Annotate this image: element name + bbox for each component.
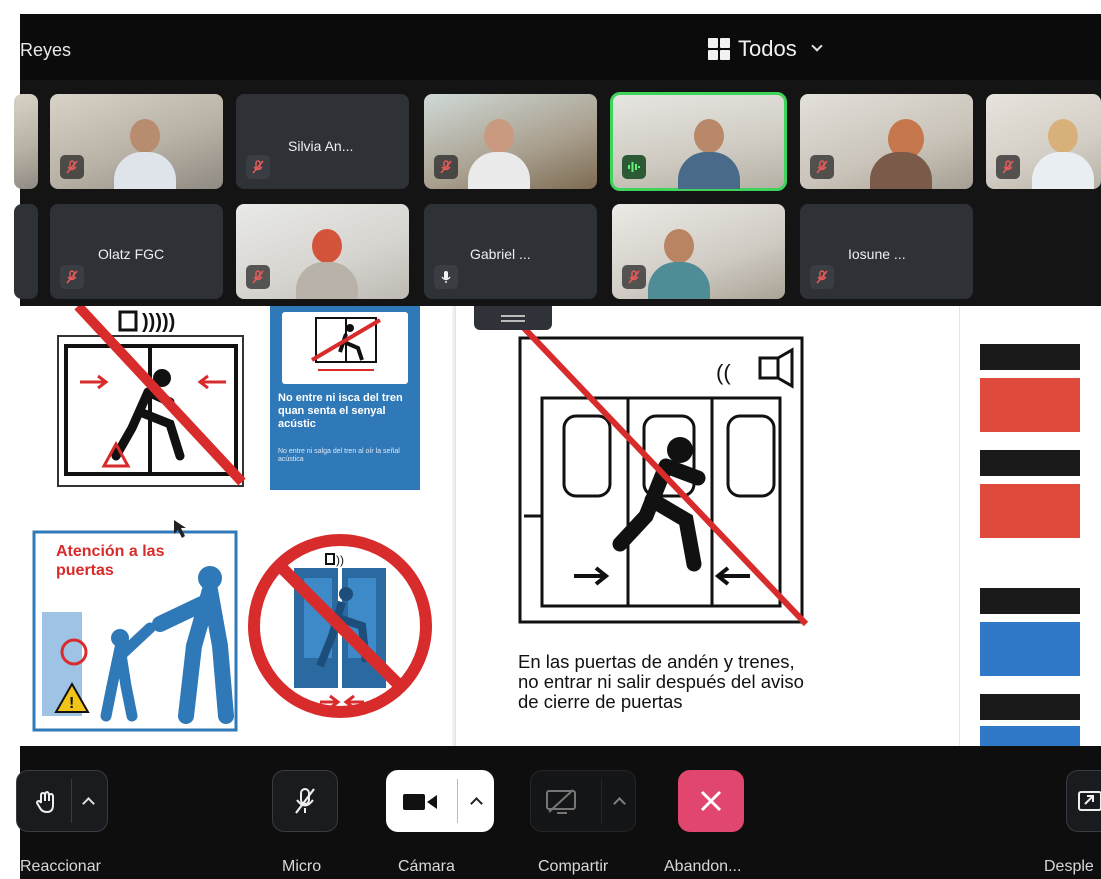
view-label: Todos: [738, 36, 797, 61]
mic-muted-icon: [810, 265, 834, 289]
reactions-label: Reaccionar: [20, 858, 101, 875]
camera-icon: [403, 794, 437, 810]
share-button[interactable]: [530, 770, 636, 832]
view-selector[interactable]: Todos: [708, 36, 823, 62]
expand-icon: [1078, 791, 1101, 811]
share-screen-icon: [546, 789, 576, 814]
svg-text:!: !: [69, 695, 74, 712]
safety-signs-illustration: ))))) !)): [32, 306, 432, 732]
participant-tile[interactable]: [986, 94, 1101, 189]
host-name: Reyes: [20, 40, 72, 60]
participant-tile[interactable]: Olatz FGC: [50, 204, 223, 299]
participant-tile[interactable]: Iosune ...: [800, 204, 973, 299]
audio-wave-icon: [622, 155, 646, 179]
color-stripes: [980, 344, 1080, 746]
mic-label: Micro: [282, 858, 322, 875]
reactions-button[interactable]: [16, 770, 108, 832]
leave-button[interactable]: [678, 770, 744, 832]
participant-video: [866, 114, 946, 189]
participant-tile[interactable]: [612, 204, 785, 299]
slide-right-page: [960, 306, 1101, 746]
mic-muted-icon: [60, 265, 84, 289]
participant-video: [110, 114, 180, 189]
participant-name: Iosune ...: [848, 246, 906, 262]
sign-title: Atención a las puertas: [56, 543, 165, 579]
grid-icon: [708, 38, 730, 60]
participant-tile[interactable]: Silvia An...: [236, 94, 409, 189]
participant-video: [1028, 114, 1098, 189]
leave-label: Abandon...: [664, 858, 742, 875]
mic-button[interactable]: [272, 770, 338, 832]
svg-text:((: ((: [716, 360, 731, 385]
mic-muted-icon: [60, 155, 84, 179]
share-label: Compartir: [538, 858, 609, 875]
shared-screen: ))))) !)) No entre ni isca del tren qua…: [20, 306, 1101, 746]
mic-muted-icon: [246, 155, 270, 179]
participant-name: Olatz FGC: [98, 246, 165, 262]
mic-muted-icon: [246, 265, 270, 289]
camera-label: Cámara: [398, 858, 455, 875]
participant-tile[interactable]: [800, 94, 973, 189]
participant-tile[interactable]: [14, 94, 38, 189]
participant-video: [644, 224, 714, 299]
mic-muted-icon: [996, 155, 1020, 179]
meeting-window: Reyes Todos Silvia An... Olatz FGC Gabri…: [0, 0, 1101, 879]
participant-tile[interactable]: Gabriel ...: [424, 204, 597, 299]
participant-video: [674, 114, 744, 189]
hand-icon: [35, 790, 54, 814]
close-icon: [700, 790, 722, 812]
participant-gallery: Silvia An... Olatz FGC Gabriel ... Iosun…: [14, 80, 1101, 306]
participant-tile-speaking[interactable]: [610, 92, 787, 191]
participant-tile[interactable]: [424, 94, 597, 189]
participant-tile[interactable]: [50, 94, 223, 189]
chevron-down-icon: [811, 40, 823, 52]
slide-caption: En las puertas de andén y trenes, no ent…: [518, 651, 804, 712]
participant-video: [464, 114, 534, 189]
sign-text-spanish: No entre ni salga del tren al oír la señ…: [278, 448, 400, 463]
svg-text:)): )): [336, 553, 344, 567]
expand-label: Desple: [1044, 858, 1094, 875]
participant-name: Gabriel ...: [470, 246, 531, 262]
sign-text-catalan: No entre ni isca del tren quan senta el …: [278, 392, 403, 430]
share-drag-handle[interactable]: [474, 306, 552, 330]
meeting-toolbar: Reaccionar Micro Cámara Compartir Abando…: [16, 746, 1101, 879]
chevron-up-icon[interactable]: [613, 797, 626, 810]
mic-muted-icon: [810, 155, 834, 179]
slide-left-page: ))))) !)) No entre ni isca del tren qua…: [20, 306, 452, 746]
top-bar: Reyes Todos: [20, 14, 1101, 80]
camera-button[interactable]: [386, 770, 494, 832]
mic-icon: [434, 265, 458, 289]
chevron-up-icon[interactable]: [470, 797, 483, 810]
participant-video: [292, 224, 362, 299]
participant-tile[interactable]: [14, 204, 38, 299]
participant-name: Silvia An...: [288, 138, 354, 154]
mic-muted-icon: [295, 788, 315, 814]
mic-muted-icon: [622, 265, 646, 289]
participant-tile[interactable]: [236, 204, 409, 299]
expand-button[interactable]: [1066, 770, 1101, 832]
mic-muted-icon: [434, 155, 458, 179]
chevron-up-icon[interactable]: [82, 797, 95, 810]
svg-text:))))): ))))): [142, 311, 175, 333]
